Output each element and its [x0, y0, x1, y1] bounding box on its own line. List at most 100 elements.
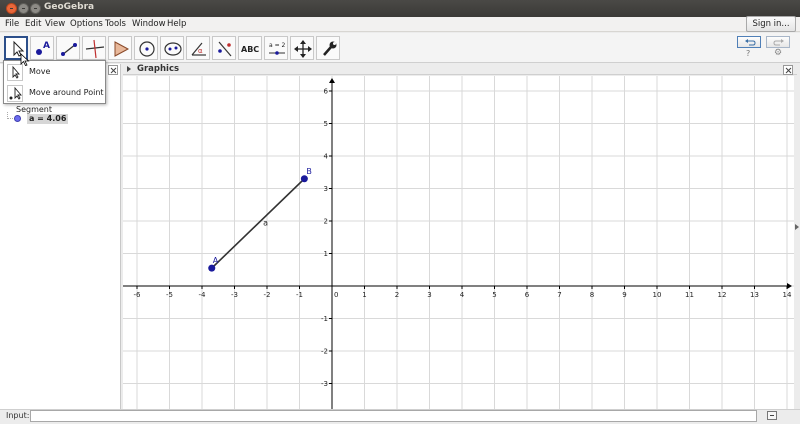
x-tick-label: 8 [590, 291, 594, 299]
line-tool[interactable] [56, 36, 80, 60]
algebra-close-icon[interactable] [108, 65, 118, 75]
y-tick-label: -3 [321, 380, 328, 388]
help-icon[interactable]: ? [746, 49, 750, 58]
y-tick-label: 2 [324, 218, 328, 226]
circle-icon [139, 41, 155, 57]
point-label: A [213, 256, 219, 265]
x-tick-label: 9 [622, 291, 626, 299]
move-tool-dropdown: Move Move around Point [3, 60, 106, 104]
dropdown-item-move-around-point[interactable]: Move around Point [4, 83, 105, 104]
properties-tool[interactable] [316, 36, 340, 60]
visibility-toggle-icon[interactable] [14, 115, 21, 122]
menu-window[interactable]: Window [132, 19, 166, 29]
menu-view[interactable]: View [45, 19, 65, 29]
reflect-tool[interactable] [212, 36, 236, 60]
x-tick-label: 4 [460, 291, 465, 299]
collapse-arrow-icon[interactable] [127, 66, 131, 72]
graphics-header: Graphics [123, 64, 797, 75]
x-tick-label: 11 [685, 291, 694, 299]
input-help-icon[interactable] [767, 411, 777, 420]
gear-icon[interactable]: ⚙ [774, 48, 782, 58]
graphics-close-icon[interactable] [783, 65, 793, 75]
menu-tools[interactable]: Tools [105, 19, 126, 29]
rotate-cursor-icon [7, 85, 23, 102]
x-tick-label: -6 [134, 291, 142, 299]
point-tool[interactable]: A [30, 36, 54, 60]
input-field[interactable] [30, 410, 757, 422]
ellipse-icon [164, 42, 182, 56]
mouse-cursor-icon [20, 53, 30, 66]
graphics-title: Graphics [137, 64, 180, 74]
graphics-canvas[interactable]: -6 -5 -4 -3 -2 -1 0 1 2 3 4 5 6 7 8 9 10 11 12 13 14-3-2-112… [123, 76, 794, 409]
angle-tool[interactable]: α [186, 36, 210, 60]
angle-icon: α [191, 42, 206, 56]
x-tick-label: 5 [492, 291, 496, 299]
point-A [208, 264, 216, 272]
x-axis-arrow [787, 283, 792, 289]
x-tick-label: -5 [166, 291, 173, 299]
dropdown-label-move: Move [29, 67, 51, 76]
x-tick-label: 3 [427, 291, 431, 299]
text-tool-glyph: ABC [241, 45, 259, 54]
menu-help[interactable]: Help [167, 19, 186, 29]
menu-edit[interactable]: Edit [25, 19, 41, 29]
y-tick-label: 1 [324, 250, 328, 258]
point-icon: A [36, 41, 50, 55]
window-minimize-button[interactable] [18, 3, 29, 14]
perpendicular-tool[interactable] [82, 36, 106, 60]
algebra-item-a[interactable]: a = 4.06 [27, 114, 69, 124]
segment-label: a [263, 218, 268, 227]
slider-tool[interactable]: a = 2 [264, 36, 288, 60]
angle-tool-glyph: α [198, 47, 203, 55]
circle-tool[interactable] [134, 36, 158, 60]
move-graphics-tool[interactable] [290, 36, 314, 60]
x-tick-label: 10 [653, 291, 662, 299]
title-bar: GeoGebra [0, 0, 800, 17]
menu-file[interactable]: File [5, 19, 19, 29]
x-tick-label: 13 [750, 291, 759, 299]
point-label: B [306, 167, 312, 176]
y-tick-label: 4 [324, 153, 329, 161]
point-B [300, 175, 308, 183]
x-tick-label: 1 [362, 291, 366, 299]
toolbar: A α ABC a = 2 ? ⚙ [0, 33, 800, 63]
menu-options[interactable]: Options [70, 19, 103, 29]
perpendicular-line-icon [85, 39, 105, 59]
x-tick-label: -4 [199, 291, 207, 299]
x-tick-label: 0 [334, 291, 338, 299]
y-tick-label: 3 [324, 185, 328, 193]
x-tick-label: 14 [783, 291, 792, 299]
reflect-icon [218, 41, 232, 57]
side-panel-arrow-icon[interactable] [795, 224, 799, 230]
y-tick-label: -1 [321, 315, 328, 323]
window-close-button[interactable] [6, 3, 17, 14]
x-tick-label: 6 [525, 291, 530, 299]
window-maximize-button[interactable] [30, 3, 41, 14]
point-tool-glyph: A [43, 41, 50, 51]
undo-button[interactable] [737, 36, 761, 48]
x-tick-label: 12 [718, 291, 727, 299]
redo-button[interactable] [766, 36, 790, 48]
x-tick-label: -3 [231, 291, 238, 299]
ellipse-tool[interactable] [160, 36, 184, 60]
x-tick-label: 7 [557, 291, 561, 299]
algebra-category-segment[interactable]: Segment [16, 105, 52, 114]
slider-icon: a = 2 [269, 42, 286, 55]
y-tick-label: 5 [324, 120, 328, 128]
redo-icon [773, 39, 784, 46]
polygon-icon [114, 41, 130, 57]
polygon-tool[interactable] [108, 36, 132, 60]
text-tool[interactable]: ABC [238, 36, 262, 60]
text-icon: ABC [241, 45, 259, 54]
dropdown-label-move-around-point: Move around Point [29, 88, 104, 97]
move-arrows-icon [294, 40, 312, 58]
x-tick-label: -2 [264, 291, 271, 299]
menu-bar: File Edit View Options Tools Window Help [0, 17, 800, 32]
graphics-view[interactable]: -6 -5 -4 -3 -2 -1 0 1 2 3 4 5 6 7 8 9 10 11 12 13 14 -3 -2 -1 1 2… [123, 76, 794, 409]
sign-in-button[interactable]: Sign in... [746, 16, 796, 32]
window-title: GeoGebra [44, 2, 95, 12]
line-icon [61, 43, 77, 56]
geogebra-window: GeoGebra File Edit View Options Tools Wi… [0, 0, 800, 424]
wrench-icon [323, 41, 337, 56]
x-tick-label: -1 [296, 291, 303, 299]
